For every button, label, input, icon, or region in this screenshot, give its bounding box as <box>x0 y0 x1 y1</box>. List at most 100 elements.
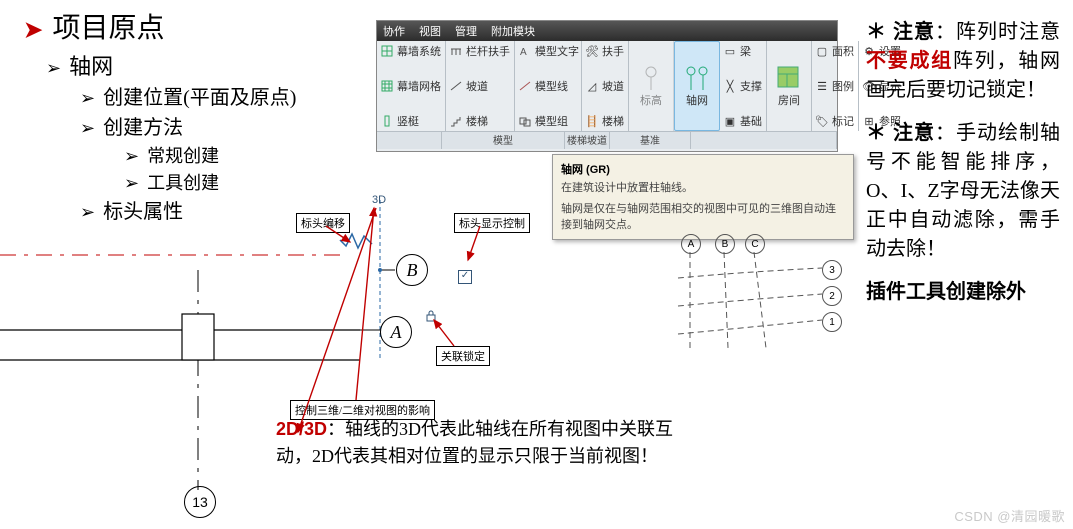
sg-b: B <box>715 234 735 254</box>
outline: ➤项目原点 ➢轴网 ➢创建位置(平面及原点) ➢创建方法 ➢常规创建 ➢工具创建… <box>24 8 296 227</box>
lock-icon <box>426 310 436 322</box>
btn-curtain-grid[interactable]: 幕墙网格 <box>397 78 441 94</box>
stair-icon: 🪜 <box>586 115 598 127</box>
sg-a: A <box>681 234 701 254</box>
tab-addins[interactable]: 附加模块 <box>491 23 535 39</box>
btn-area[interactable]: 面积 <box>832 43 854 59</box>
chevron-right-icon: ➢ <box>124 170 139 197</box>
note1-head: ＊ 注意 <box>866 21 935 43</box>
sg-c: C <box>745 234 765 254</box>
sg-1: 1 <box>822 312 842 332</box>
btn-railing[interactable]: 栏杆扶手 <box>466 43 510 59</box>
mullion-icon <box>381 115 393 127</box>
btn-beam[interactable]: 梁 <box>740 43 751 59</box>
btn-mullion[interactable]: 竖梃 <box>397 113 419 129</box>
grid-bubble-detail: A B 3D ✓ <box>280 200 500 420</box>
btn-tag[interactable]: 标记 <box>832 113 854 129</box>
model-line-icon <box>519 80 531 92</box>
tab-view[interactable]: 视图 <box>419 23 441 39</box>
area-icon: ▢ <box>816 45 828 57</box>
note1-red: 不要成组 <box>866 50 953 72</box>
curtain-system-icon <box>381 45 393 57</box>
tooltip-grid: 轴网 (GR) 在建筑设计中放置柱轴线。 轴网是仅在与轴网范围相交的视图中可见的… <box>552 154 854 240</box>
outline-item-pos: 创建位置(平面及原点) <box>103 83 296 113</box>
legend-icon: ☰ <box>816 80 828 92</box>
btn-brace[interactable]: 支撑 <box>740 78 762 94</box>
outline-item-normal: 常规创建 <box>147 143 219 170</box>
grid-icon <box>683 64 711 92</box>
btn-level[interactable]: 标高 <box>640 92 662 108</box>
grid-bubble-a: A <box>380 316 412 348</box>
model-text-icon: A <box>519 45 531 57</box>
tag-icon: 🏷 <box>816 115 828 127</box>
tooltip-line1: 在建筑设计中放置柱轴线。 <box>561 181 845 196</box>
right-notes: ＊ 注意：阵列时注意不要成组阵列，轴网画完后要切记锁定！ ＊ 注意：手动绘制轴号… <box>866 18 1060 321</box>
chevron-right-icon: ➢ <box>80 199 95 226</box>
label-3d: 3D <box>372 194 386 206</box>
beam-icon: ▭ <box>724 45 736 57</box>
note1-b: ：阵列时注意 <box>935 21 1060 43</box>
stair-icon <box>450 115 462 127</box>
ribbon-panel: 协作 视图 管理 附加模块 幕墙系统 幕墙网格 竖梃 栏杆扶手 坡道 楼梯 A模… <box>376 20 838 152</box>
chevron-right-icon: ➢ <box>80 85 95 112</box>
checkbox-icon: ✓ <box>458 270 472 284</box>
note3: 插件工具创建除外 <box>866 278 1060 307</box>
curtain-grid-icon <box>381 80 393 92</box>
outline-item-tool: 工具创建 <box>147 170 219 197</box>
btn-ramp2[interactable]: 坡道 <box>602 78 624 94</box>
tag-head-edit: 标头编移 <box>296 213 350 233</box>
sg-3: 3 <box>822 260 842 280</box>
level-icon <box>637 64 665 92</box>
chevron-right-icon: ➢ <box>46 55 61 82</box>
btn-model-text[interactable]: 模型文字 <box>535 43 579 59</box>
model-group-icon <box>519 115 531 127</box>
btn-stair2[interactable]: 楼梯 <box>602 113 624 129</box>
note-2d3d-body: ：轴线的3D代表此轴线在所有视图中关联互动，2D代表其相对位置的显示只限于当前视… <box>276 419 673 466</box>
panel-label <box>377 131 442 149</box>
btn-curtain-system[interactable]: 幕墙系统 <box>397 43 441 59</box>
svg-text:A: A <box>520 47 527 57</box>
room-icon <box>775 64 803 92</box>
note2-head: ＊ 注意 <box>866 122 935 144</box>
foundation-icon: ▣ <box>724 115 736 127</box>
note-2d3d: 2D/3D：轴线的3D代表此轴线在所有视图中关联互动，2D代表其相对位置的显示只… <box>276 416 686 470</box>
tab-manage[interactable]: 管理 <box>455 23 477 39</box>
grid-bubble-13: 13 <box>184 486 216 518</box>
tooltip-line2: 轴网是仅在与轴网范围相交的视图中可见的三维图自动连接到轴网交点。 <box>561 202 845 233</box>
tab-collab[interactable]: 协作 <box>383 23 405 39</box>
panel-label <box>691 131 837 149</box>
chevron-right-icon: ➢ <box>124 143 139 170</box>
outline-title: 项目原点 <box>52 8 164 50</box>
chevron-right-icon: ➢ <box>80 115 95 142</box>
ramp-icon <box>450 80 462 92</box>
outline-item-grid: 轴网 <box>69 50 113 83</box>
watermark: CSDN @清园暖歌 <box>954 506 1065 525</box>
tooltip-title: 轴网 (GR) <box>561 161 845 177</box>
brace-icon: ╳ <box>724 80 736 92</box>
btn-legend[interactable]: 图例 <box>832 78 854 94</box>
outline-item-head: 标头属性 <box>103 197 183 227</box>
btn-stair[interactable]: 楼梯 <box>466 113 488 129</box>
chevron-right-icon: ➤ <box>24 13 42 46</box>
tag-assoc-lock: 关联锁定 <box>436 346 490 366</box>
sg-2: 2 <box>822 286 842 306</box>
note-2d3d-head: 2D/3D <box>276 419 327 439</box>
btn-model-line[interactable]: 模型线 <box>535 78 568 94</box>
btn-rail2[interactable]: 扶手 <box>602 43 624 59</box>
btn-model-group[interactable]: 模型组 <box>535 113 568 129</box>
ribbon-tabs: 协作 视图 管理 附加模块 <box>377 21 837 41</box>
railing-icon <box>450 45 462 57</box>
panel-label-stair: 楼梯坡道 <box>565 131 610 149</box>
panel-label-datum: 基准 <box>610 131 691 149</box>
grid-bubble-b: B <box>396 254 428 286</box>
tag-head-ctrl: 标头显示控制 <box>454 213 530 233</box>
btn-room[interactable]: 房间 <box>778 92 800 108</box>
ramp-icon: ◿ <box>586 80 598 92</box>
btn-foundation[interactable]: 基础 <box>740 113 762 129</box>
btn-ramp[interactable]: 坡道 <box>466 78 488 94</box>
btn-grid[interactable]: 轴网 <box>686 92 708 108</box>
grid-diagram-small: A B C 3 2 1 <box>672 238 842 358</box>
panel-label-model: 模型 <box>442 131 565 149</box>
outline-item-method: 创建方法 <box>103 113 183 143</box>
railing-icon: 🛠 <box>586 45 598 57</box>
